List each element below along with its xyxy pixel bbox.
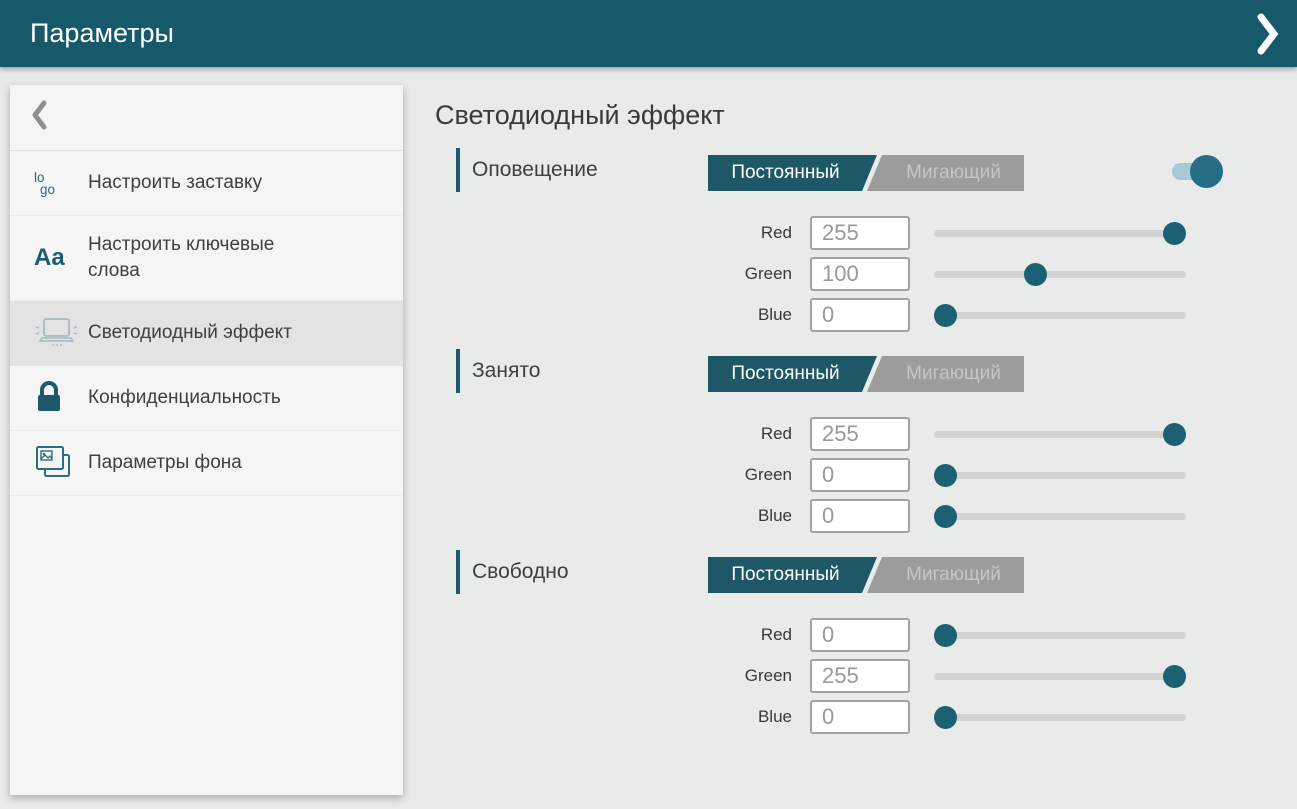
red-label: Red [435,625,792,645]
slider-track[interactable] [934,230,1186,237]
red-value-input[interactable] [810,417,910,451]
slider-track[interactable] [934,632,1186,639]
led-monitor-icon [34,315,88,351]
slider-thumb[interactable] [934,624,957,647]
notification-toggle-switch[interactable] [1172,154,1224,188]
blue-channel-row: Blue [435,700,1186,734]
section-label: Занято [472,359,540,383]
red-channel-row: Red [435,417,1186,451]
slider-thumb[interactable] [1163,423,1186,446]
led-section-free: Свободно Мигающий Постоянный Red Green [435,550,1225,734]
app-header: Параметры [0,0,1297,67]
red-slider[interactable] [934,222,1186,245]
blue-label: Blue [435,707,792,727]
logo-icon: logo [34,172,88,195]
green-slider[interactable] [934,263,1186,286]
blue-label: Blue [435,305,792,325]
slider-thumb[interactable] [1163,222,1186,245]
slider-track[interactable] [934,312,1186,319]
red-slider[interactable] [934,423,1186,446]
section-accent-bar [456,148,460,192]
green-value-input[interactable] [810,458,910,492]
red-value-input[interactable] [810,618,910,652]
slider-track[interactable] [934,271,1186,278]
slider-thumb[interactable] [934,706,957,729]
sidebar-item-label: Конфиденциальность [88,385,303,411]
blue-slider[interactable] [934,304,1186,327]
sidebar-item-screensaver[interactable]: logo Настроить заставку [10,151,403,216]
green-slider[interactable] [934,665,1186,688]
mode-constant-button[interactable]: Постоянный [708,557,877,593]
section-accent-bar [456,349,460,393]
blue-label: Blue [435,506,792,526]
mode-constant-button[interactable]: Постоянный [708,155,877,191]
keywords-icon: Aa [34,244,88,272]
blue-slider[interactable] [934,505,1186,528]
green-slider[interactable] [934,464,1186,487]
red-channel-row: Red [435,216,1186,250]
red-channel-row: Red [435,618,1186,652]
background-image-icon [34,444,88,482]
lock-icon [34,381,88,415]
blue-value-input[interactable] [810,700,910,734]
mode-segmented-control: Мигающий Постоянный [708,155,1024,191]
green-channel-row: Green [435,458,1186,492]
blue-slider[interactable] [934,706,1186,729]
sidebar: logo Настроить заставку Aa Настроить клю… [10,85,403,795]
blue-channel-row: Blue [435,298,1186,332]
page-title: Параметры [30,18,174,49]
slider-track[interactable] [934,472,1186,479]
sidebar-item-background[interactable]: Параметры фона [10,431,403,496]
green-label: Green [435,666,792,686]
red-label: Red [435,223,792,243]
sidebar-item-keywords[interactable]: Aa Настроить ключевые слова [10,216,403,301]
slider-track[interactable] [934,673,1186,680]
sidebar-back-button[interactable] [10,85,403,151]
slider-thumb[interactable] [1024,263,1047,286]
mode-constant-button[interactable]: Постоянный [708,356,877,392]
slider-thumb[interactable] [934,304,957,327]
sidebar-item-label: Светодиодный эффект [88,320,303,346]
mode-blinking-button[interactable]: Мигающий [867,155,1024,191]
sidebar-item-label: Настроить ключевые слова [88,232,303,284]
settings-app: Параметры logo Настроить заставку Aa [0,0,1297,809]
red-label: Red [435,424,792,444]
slider-track[interactable] [934,513,1186,520]
led-section-busy: Занято Мигающий Постоянный Red Green [435,349,1225,533]
forward-chevron-icon[interactable] [1255,12,1281,56]
blue-value-input[interactable] [810,298,910,332]
green-value-input[interactable] [810,257,910,291]
green-channel-row: Green [435,659,1186,693]
led-section-notification: Оповещение Мигающий Постоянный Red [435,148,1225,332]
section-label: Оповещение [472,158,598,182]
back-chevron-icon [30,100,48,135]
mode-segmented-control: Мигающий Постоянный [708,557,1024,593]
mode-segmented-control: Мигающий Постоянный [708,356,1024,392]
mode-blinking-button[interactable]: Мигающий [867,356,1024,392]
green-label: Green [435,465,792,485]
slider-track[interactable] [934,714,1186,721]
section-accent-bar [456,550,460,594]
section-label: Свободно [472,560,569,584]
content-title: Светодиодный эффект [435,95,1225,135]
toggle-knob [1190,155,1223,188]
sidebar-item-label: Параметры фона [88,450,303,476]
sidebar-item-label: Настроить заставку [88,170,303,196]
slider-thumb[interactable] [934,505,957,528]
sidebar-item-privacy[interactable]: Конфиденциальность [10,366,403,431]
green-channel-row: Green [435,257,1186,291]
blue-value-input[interactable] [810,499,910,533]
red-value-input[interactable] [810,216,910,250]
slider-thumb[interactable] [1163,665,1186,688]
blue-channel-row: Blue [435,499,1186,533]
mode-blinking-button[interactable]: Мигающий [867,557,1024,593]
sidebar-item-led-effect[interactable]: Светодиодный эффект [10,301,403,366]
green-label: Green [435,264,792,284]
green-value-input[interactable] [810,659,910,693]
main-content: Светодиодный эффект Оповещение Мигающий … [435,95,1225,741]
slider-track[interactable] [934,431,1186,438]
red-slider[interactable] [934,624,1186,647]
slider-thumb[interactable] [934,464,957,487]
